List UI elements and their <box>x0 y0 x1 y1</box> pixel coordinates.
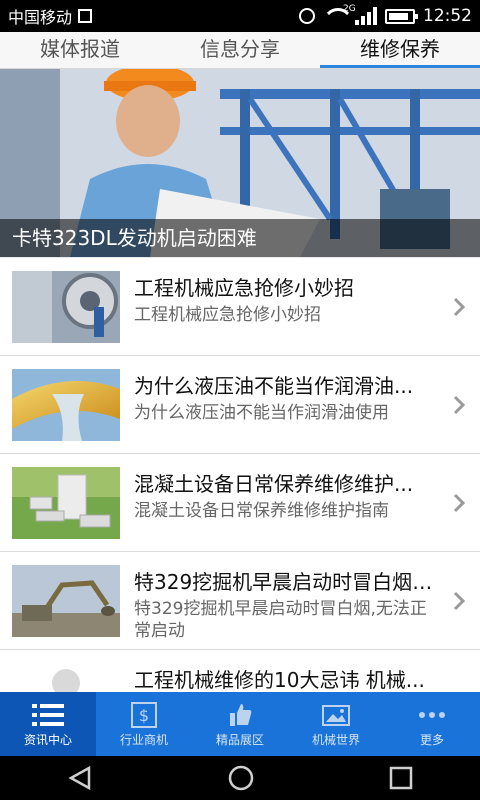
nav-news-center[interactable]: 资讯中心 <box>0 692 96 756</box>
svg-text:$: $ <box>139 706 149 725</box>
nav-label: 行业商机 <box>119 733 168 747</box>
list-item[interactable]: 工程机械应急抢修小妙招 工程机械应急抢修小妙招 <box>0 258 480 356</box>
article-title: 工程机械维修的10大忌讳 机械... <box>134 668 425 692</box>
article-thumbnail <box>12 467 120 539</box>
nav-showcase[interactable]: 精品展区 <box>192 692 288 756</box>
article-list: 工程机械应急抢修小妙招 工程机械应急抢修小妙招 为什么液压油不能当作润滑油...… <box>0 258 480 748</box>
dollar-icon: $ <box>131 702 157 728</box>
featured-banner[interactable]: 卡特323DL发动机启动困难 <box>0 69 480 257</box>
article-subtitle: 特329挖掘机早晨启动时冒白烟,无法正常启动 <box>134 599 427 641</box>
clock: 12:52 <box>423 6 472 26</box>
recent-apps-icon[interactable] <box>389 766 413 790</box>
nav-business[interactable]: $ 行业商机 <box>96 692 192 756</box>
article-thumbnail <box>12 369 120 441</box>
nav-more[interactable]: 更多 <box>384 692 480 756</box>
thumbs-up-icon <box>230 704 252 726</box>
article-subtitle: 混凝土设备日常保养维修维护指南 <box>134 501 389 521</box>
nav-label: 精品展区 <box>215 733 264 747</box>
picture-icon <box>322 705 350 726</box>
chevron-right-icon <box>453 591 466 611</box>
nav-label: 更多 <box>419 733 444 747</box>
tab-media-reports[interactable]: 媒体报道 <box>0 32 160 68</box>
article-title: 特329挖掘机早晨启动时冒白烟,... <box>134 570 434 594</box>
chevron-right-icon <box>453 297 466 317</box>
bottom-nav: 资讯中心 $ 行业商机 精品展区 机械世界 更多 <box>0 692 480 756</box>
status-bar: 中国移动 2G 12:52 <box>0 0 480 32</box>
nav-label: 资讯中心 <box>23 733 72 747</box>
signal-icon: 2G <box>343 4 377 25</box>
nav-label: 机械世界 <box>311 733 360 747</box>
back-icon[interactable] <box>67 766 93 790</box>
tab-bar: 媒体报道 信息分享 维修保养 <box>0 32 480 69</box>
more-icon <box>419 712 445 718</box>
tab-maintenance[interactable]: 维修保养 <box>320 32 480 68</box>
article-title: 混凝土设备日常保养维修维护... <box>134 472 414 496</box>
list-icon <box>32 704 64 726</box>
article-title: 工程机械应急抢修小妙招 <box>134 276 354 300</box>
list-item[interactable]: 混凝土设备日常保养维修维护... 混凝土设备日常保养维修维护指南 <box>0 454 480 552</box>
tab-info-sharing[interactable]: 信息分享 <box>160 32 320 68</box>
battery-icon <box>385 8 418 24</box>
article-thumbnail <box>12 271 120 343</box>
system-nav-bar <box>0 756 480 800</box>
banner-caption: 卡特323DL发动机启动困难 <box>0 219 480 257</box>
nav-machinery-world[interactable]: 机械世界 <box>288 692 384 756</box>
list-item[interactable]: 为什么液压油不能当作润滑油... 为什么液压油不能当作润滑油使用 <box>0 356 480 454</box>
article-title: 为什么液压油不能当作润滑油... <box>134 374 414 398</box>
network-type-label: 2G <box>343 4 356 14</box>
chevron-right-icon <box>453 395 466 415</box>
article-subtitle: 工程机械应急抢修小妙招 <box>134 305 321 325</box>
article-thumbnail <box>12 565 120 637</box>
list-item[interactable]: 特329挖掘机早晨启动时冒白烟,... 特329挖掘机早晨启动时冒白烟,无法正常… <box>0 552 480 650</box>
alarm-icon <box>299 8 315 24</box>
carrier-label: 中国移动 <box>8 8 73 27</box>
sim-card-icon <box>78 9 93 23</box>
home-icon[interactable] <box>228 765 254 791</box>
chevron-right-icon <box>453 493 466 513</box>
article-subtitle: 为什么液压油不能当作润滑油使用 <box>134 403 389 423</box>
